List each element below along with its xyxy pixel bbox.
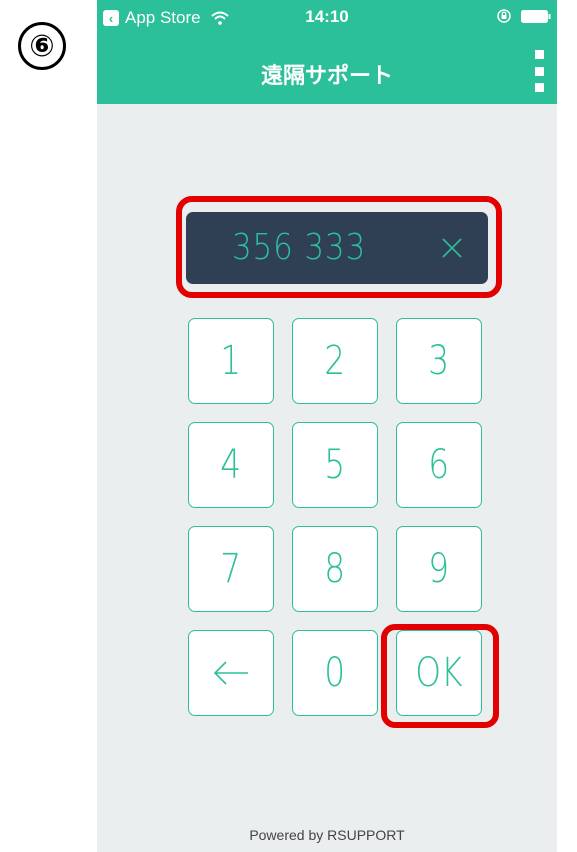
status-time: 14:10 — [305, 7, 349, 26]
key-8[interactable]: 8 — [292, 526, 378, 612]
header-bar: ‹ App Store 14:10 遠隔サポート — [97, 0, 557, 104]
key-5[interactable]: 5 — [292, 422, 378, 508]
status-bar: ‹ App Store 14:10 — [97, 0, 557, 32]
key-4[interactable]: 4 — [188, 422, 274, 508]
battery-icon — [521, 9, 551, 23]
display-highlight-outline — [176, 196, 502, 298]
more-vertical-icon — [534, 50, 544, 59]
step-number-marker: ⑥ — [18, 22, 66, 70]
key-6[interactable]: 6 — [396, 422, 482, 508]
key-3[interactable]: 3 — [396, 318, 482, 404]
ok-highlight-outline — [381, 624, 499, 728]
orientation-lock-icon — [497, 9, 511, 23]
key-1[interactable]: 1 — [188, 318, 274, 404]
key-7[interactable]: 7 — [188, 526, 274, 612]
key-0[interactable]: 0 — [292, 630, 378, 716]
phone-screen: ‹ App Store 14:10 遠隔サポート 356 333 1 2 3 4… — [97, 0, 557, 852]
status-indicators — [497, 9, 551, 23]
backspace-button[interactable] — [188, 630, 274, 716]
powered-by-text: Powered by RSUPPORT — [249, 827, 405, 843]
page-title: 遠隔サポート — [260, 64, 393, 89]
arrow-left-icon — [213, 661, 248, 685]
key-9[interactable]: 9 — [396, 526, 482, 612]
more-options-button[interactable] — [533, 50, 545, 92]
key-2[interactable]: 2 — [292, 318, 378, 404]
